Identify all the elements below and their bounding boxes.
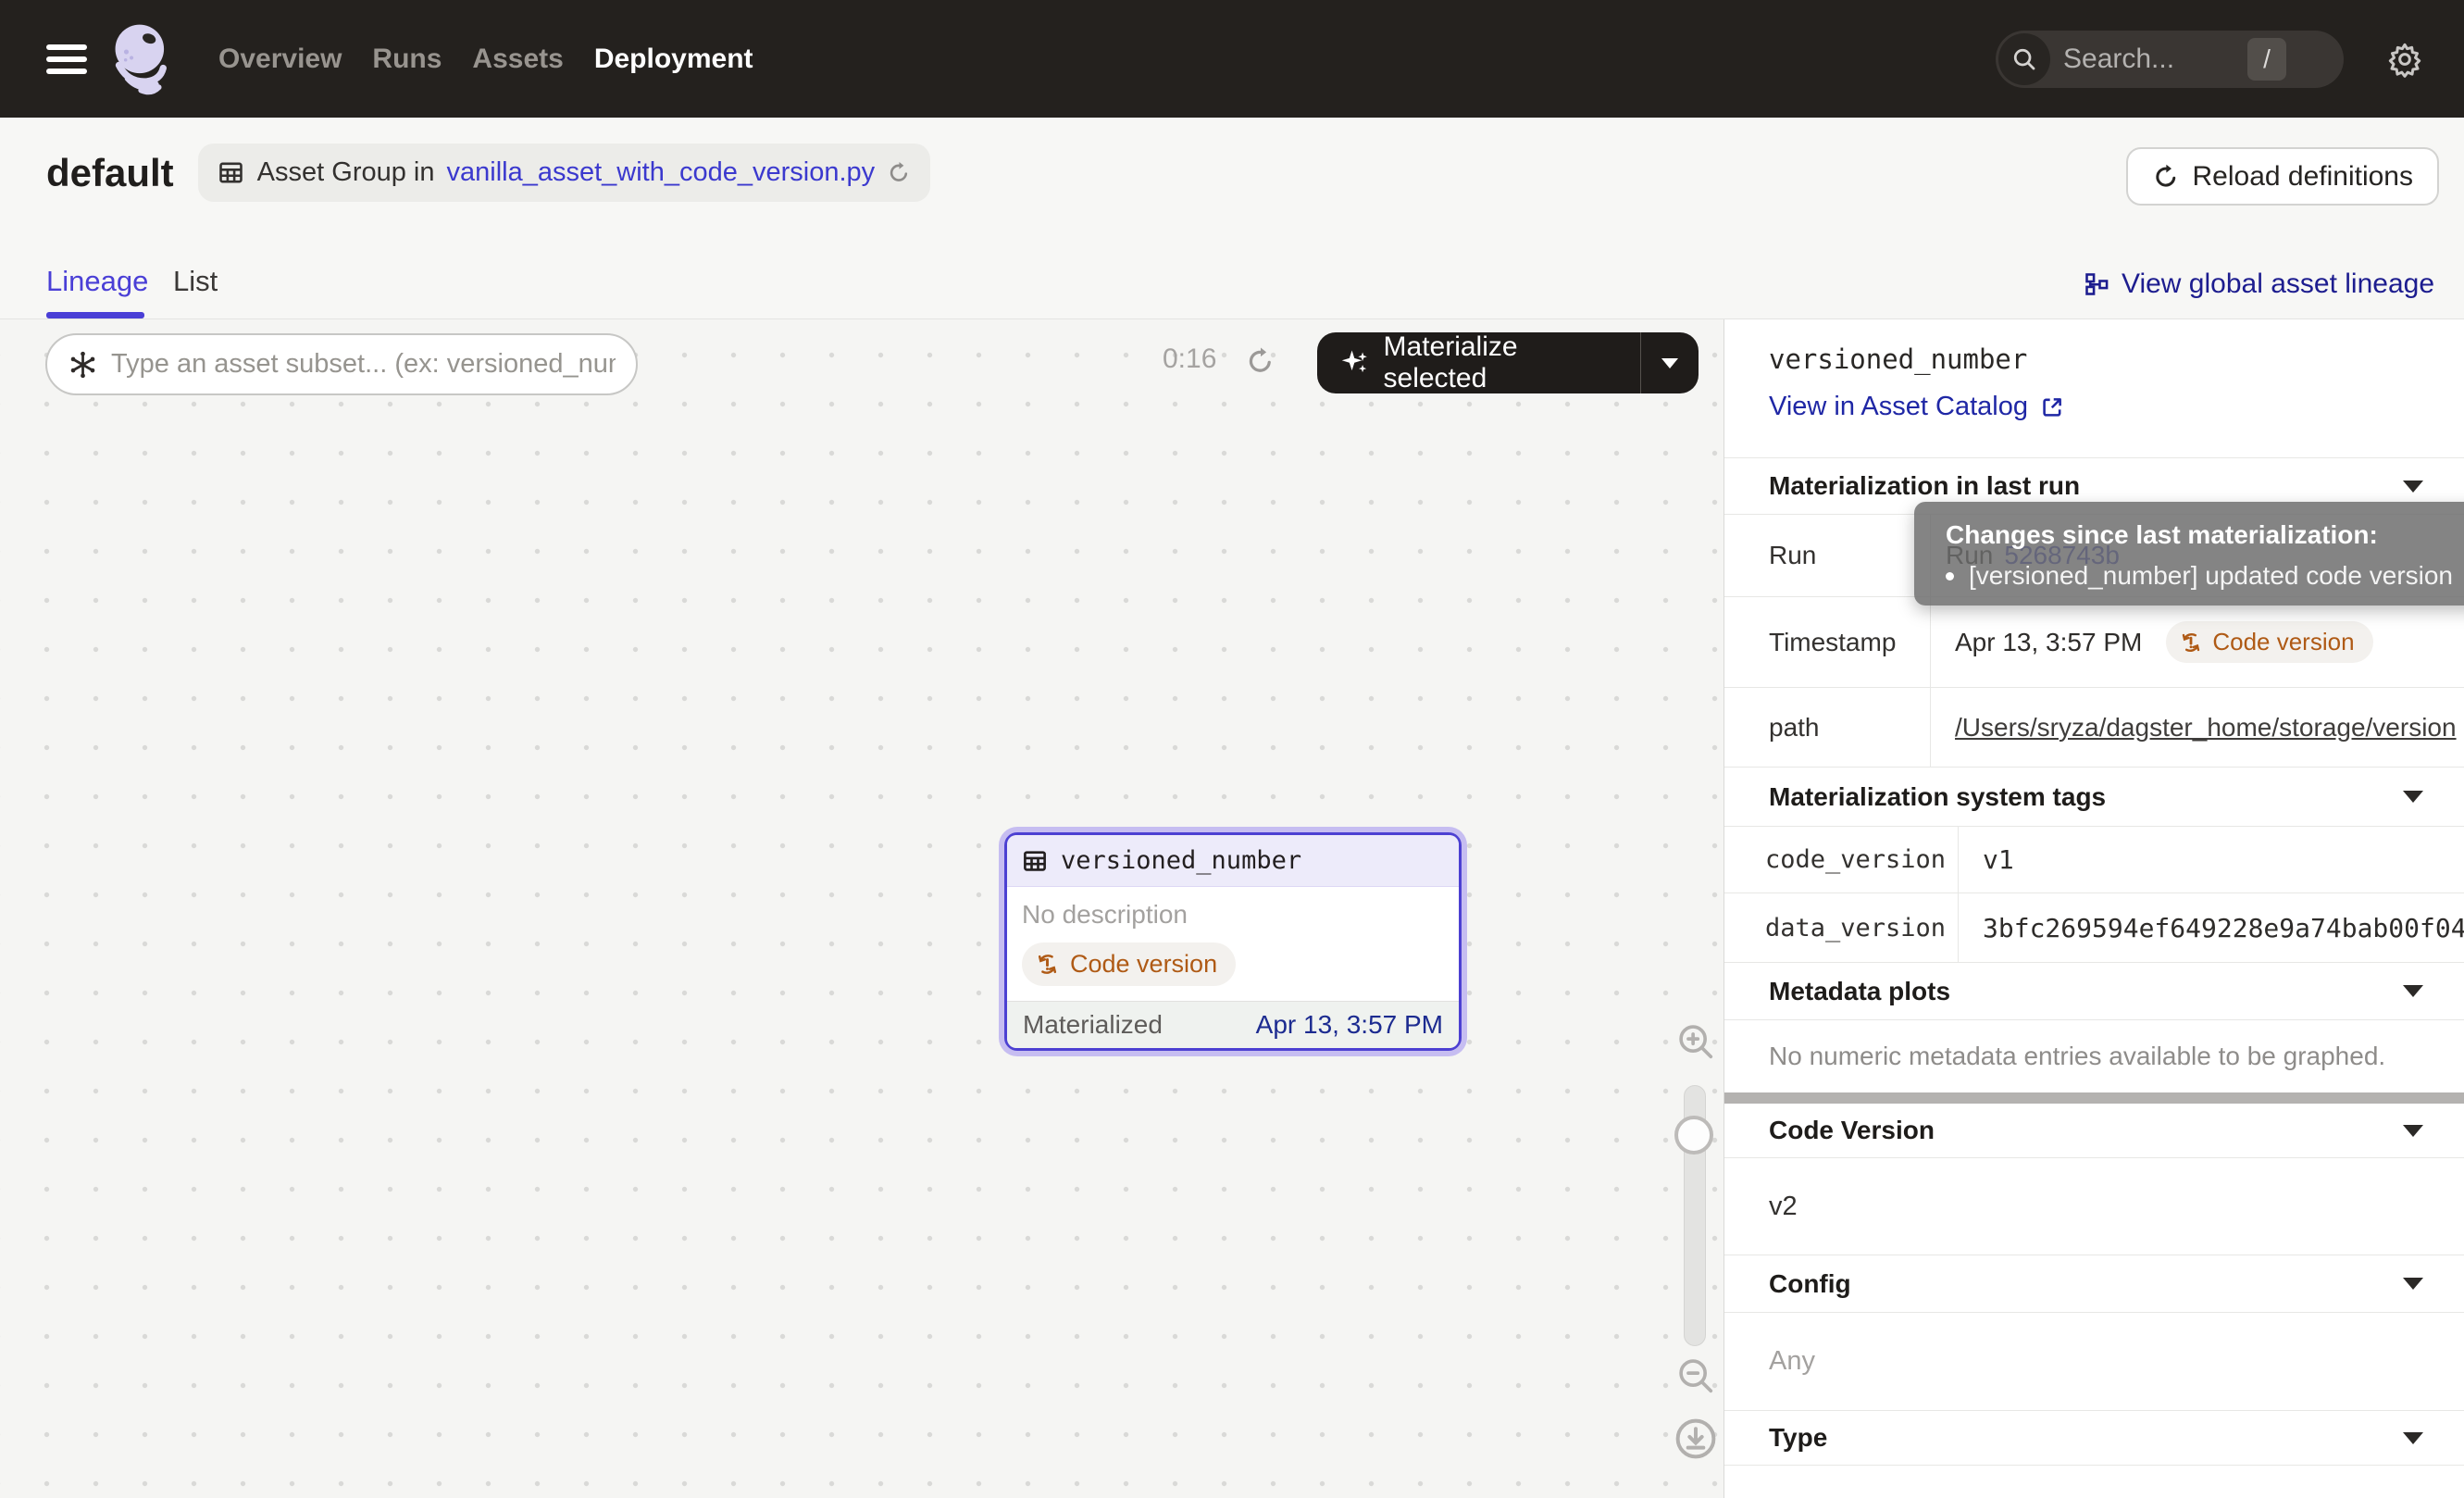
panel-asset-title: versioned_number (1769, 343, 2464, 375)
search-input[interactable]: Search... / (1996, 31, 2344, 88)
chevron-down-icon (2403, 1278, 2423, 1290)
asset-group-file-link[interactable]: vanilla_asset_with_code_version.py (447, 157, 876, 188)
menu-icon[interactable] (46, 38, 87, 81)
metadata-plots-empty-message: No numeric metadata entries available to… (1724, 1019, 2464, 1092)
asset-node-description: No description (1022, 900, 1444, 930)
panel-tail (1724, 1465, 2464, 1498)
search-shortcut-key: / (2247, 38, 2286, 81)
path-link[interactable]: /Users/sryza/dagster_home/storage/versio… (1955, 713, 2457, 743)
asset-node-footer: Materialized Apr 13, 3:57 PM (1007, 1001, 1459, 1048)
page-header: default Asset Group in vanilla_asset_wit… (0, 118, 2464, 319)
asset-subset-input[interactable]: Type an asset subset... (ex: versioned_n… (45, 333, 638, 395)
changed-icon (2179, 630, 2203, 655)
changes-tooltip: Changes since last materialization: [ver… (1914, 502, 2464, 605)
config-value: Any (1724, 1312, 2464, 1410)
asset-detail-panel: versioned_number View in Asset Catalog M… (1724, 319, 2464, 1498)
tab-list[interactable]: List (173, 265, 218, 298)
nav-link-runs[interactable]: Runs (372, 44, 442, 75)
zoom-in-icon[interactable] (1674, 1020, 1717, 1063)
zoom-slider-handle[interactable] (1674, 1116, 1713, 1155)
page-title: default (46, 151, 174, 195)
materialize-dropdown-button[interactable] (1641, 358, 1699, 368)
lineage-graph-canvas[interactable]: Type an asset subset... (ex: versioned_n… (0, 319, 1724, 1498)
reload-definitions-button[interactable]: Reload definitions (2126, 147, 2440, 206)
reload-icon (2152, 163, 2180, 191)
run-label: Run (1724, 515, 1931, 596)
data-version-tag-value: 3bfc269594ef649228e9a74bab00f04 (1959, 893, 2464, 962)
chevron-down-icon (2403, 985, 2423, 997)
chevron-down-icon (2403, 1432, 2423, 1444)
section-materialization-system-tags[interactable]: Materialization system tags (1724, 767, 2464, 826)
code-version-value: v2 (1724, 1157, 2464, 1255)
nav-link-deployment[interactable]: Deployment (594, 44, 753, 75)
refresh-timer: 0:16 (1163, 343, 1216, 375)
code-version-tag-label: code_version (1724, 827, 1959, 893)
graph-refresh-icon[interactable] (1245, 345, 1276, 377)
code-version-tag-row: code_version v1 (1724, 826, 2464, 893)
asset-node-versioned-number[interactable]: versioned_number No description Code ver… (1004, 832, 1462, 1051)
external-link-icon (2039, 394, 2065, 420)
search-icon (1998, 33, 2050, 85)
asset-node-header: versioned_number (1007, 835, 1459, 887)
tab-lineage[interactable]: Lineage (46, 265, 148, 298)
zoom-out-icon[interactable] (1674, 1354, 1717, 1397)
timestamp-row: Timestamp Apr 13, 3:57 PM Code version (1724, 596, 2464, 687)
section-metadata-plots[interactable]: Metadata plots (1724, 962, 2464, 1019)
path-label: path (1724, 688, 1931, 767)
top-nav: Overview Runs Assets Deployment Search..… (0, 0, 2464, 118)
tooltip-item: [versioned_number] updated code version (1946, 561, 2458, 591)
dagster-logo-icon[interactable] (106, 19, 180, 99)
chevron-down-icon (1661, 358, 1678, 368)
lineage-icon (2084, 271, 2109, 297)
timestamp-label: Timestamp (1724, 597, 1931, 687)
code-version-tag-value: v1 (1959, 827, 2464, 893)
active-tab-underline (46, 312, 144, 318)
chevron-down-icon (2403, 1125, 2423, 1137)
asset-node-name: versioned_number (1061, 846, 1301, 875)
code-version-badge: Code version (2166, 621, 2372, 663)
chevron-down-icon (2403, 791, 2423, 803)
timestamp-value: Apr 13, 3:57 PM (1955, 628, 2142, 657)
sparkle-icon (1339, 347, 1370, 379)
data-version-tag-row: data_version 3bfc269594ef649228e9a74bab0… (1724, 893, 2464, 962)
path-row: path /Users/sryza/dagster_home/storage/v… (1724, 687, 2464, 767)
refresh-icon[interactable] (887, 160, 912, 185)
data-version-tag-label: data_version (1724, 893, 1959, 962)
chevron-down-icon (2403, 481, 2423, 493)
table-icon (217, 158, 245, 187)
code-version-badge: Code version (1022, 942, 1236, 986)
materialize-label: Materialize selected (1384, 331, 1618, 394)
table-icon (1021, 847, 1049, 875)
changed-icon (1035, 952, 1060, 977)
section-type[interactable]: Type (1724, 1410, 2464, 1465)
op-asterisk-icon (68, 349, 98, 381)
asset-subset-placeholder: Type an asset subset... (ex: versioned_n… (111, 349, 616, 380)
asset-group-text: Asset Group in (257, 157, 435, 188)
search-placeholder: Search... (2063, 44, 2174, 75)
view-in-asset-catalog-link[interactable]: View in Asset Catalog (1769, 392, 2065, 422)
nav-links: Overview Runs Assets Deployment (218, 44, 753, 75)
materialize-selected-button[interactable]: Materialize selected (1317, 332, 1699, 393)
asset-group-badge: Asset Group in vanilla_asset_with_code_v… (198, 144, 931, 202)
gear-icon[interactable] (2386, 41, 2423, 78)
section-code-version[interactable]: Code Version (1724, 1104, 2464, 1157)
nav-link-assets[interactable]: Assets (472, 44, 563, 75)
view-global-asset-lineage-link[interactable]: View global asset lineage (2084, 268, 2434, 300)
download-image-icon[interactable] (1673, 1416, 1719, 1462)
materialized-label: Materialized (1023, 1010, 1163, 1040)
tooltip-title: Changes since last materialization: (1946, 520, 2458, 550)
section-config[interactable]: Config (1724, 1255, 2464, 1312)
nav-link-overview[interactable]: Overview (218, 44, 342, 75)
materialized-time[interactable]: Apr 13, 3:57 PM (1256, 1010, 1443, 1040)
bullet-dot (1946, 572, 1954, 580)
asset-node-body: No description Code version (1007, 887, 1459, 1001)
panel-section-divider (1724, 1092, 2464, 1104)
